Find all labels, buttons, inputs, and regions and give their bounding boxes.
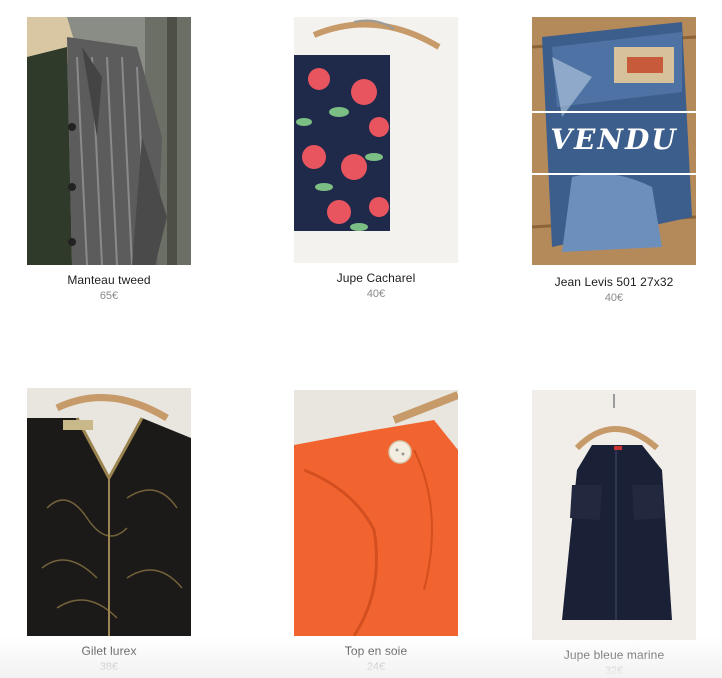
- product-price: 32€: [604, 665, 624, 677]
- product-price: 38€: [99, 661, 119, 673]
- sold-line-top: [532, 111, 696, 113]
- product-card-jupe-cacharel[interactable]: Jupe Cacharel 40€: [294, 17, 458, 307]
- product-image-jupe-cacharel[interactable]: [294, 17, 458, 263]
- product-image-jupe-bleue-marine[interactable]: [532, 390, 696, 640]
- sold-line-bottom: [532, 173, 696, 175]
- product-price: 40€: [366, 288, 386, 300]
- product-title[interactable]: Jupe Cacharel: [264, 271, 488, 285]
- sold-banner: VENDU: [532, 111, 696, 189]
- product-price: 24€: [366, 661, 386, 673]
- product-image-manteau-tweed[interactable]: [27, 17, 191, 265]
- product-title[interactable]: Manteau tweed: [0, 273, 221, 287]
- sold-label: VENDU: [550, 123, 678, 156]
- product-price: 65€: [99, 290, 119, 302]
- product-card-top-en-soie[interactable]: Top en soie 24€: [294, 390, 458, 678]
- product-image-top-en-soie[interactable]: [294, 390, 458, 636]
- product-title[interactable]: Jupe bleue marine: [502, 648, 722, 662]
- product-card-gilet-lurex[interactable]: Gilet lurex 38€: [27, 388, 191, 678]
- product-title[interactable]: Jean Levis 501 27x32: [502, 275, 722, 289]
- product-image-gilet-lurex[interactable]: [27, 388, 191, 636]
- product-price: 40€: [604, 292, 624, 304]
- product-image-jean-levis[interactable]: VENDU: [532, 17, 696, 265]
- product-card-jupe-bleue-marine[interactable]: Jupe bleue marine 32€: [532, 390, 696, 678]
- product-card-manteau-tweed[interactable]: Manteau tweed 65€: [27, 17, 191, 307]
- product-card-jean-levis[interactable]: VENDU Jean Levis 501 27x32 40€: [532, 17, 696, 307]
- product-title[interactable]: Top en soie: [264, 644, 488, 658]
- product-title[interactable]: Gilet lurex: [0, 644, 221, 658]
